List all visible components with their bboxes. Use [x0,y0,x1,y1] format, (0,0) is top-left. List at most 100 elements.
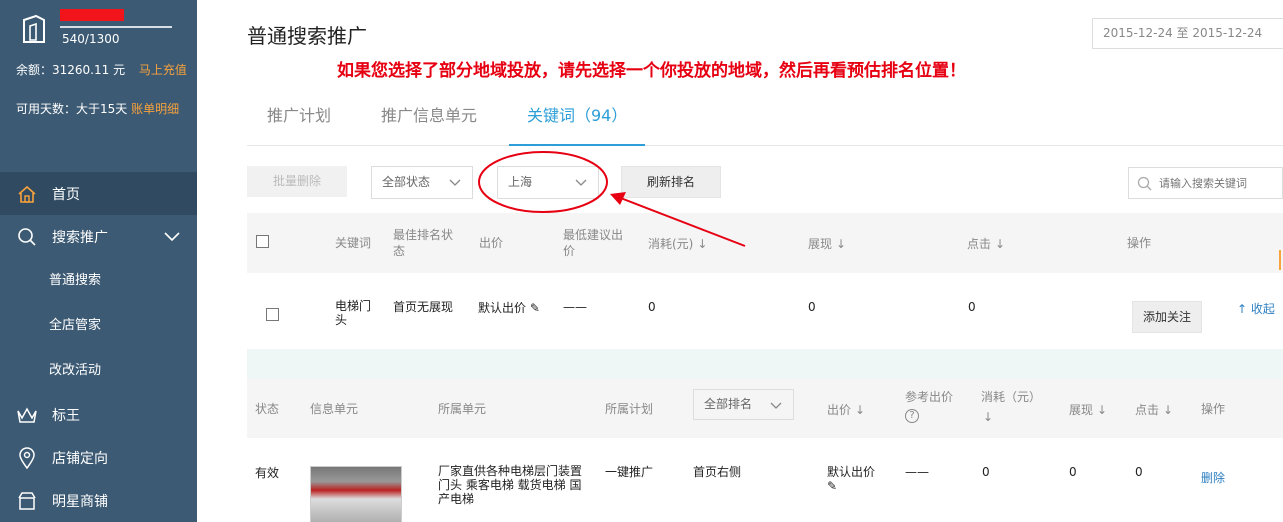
col-impressions[interactable]: 展现 ↓ [808,236,846,252]
row-bid[interactable]: 默认出价 ✎ [478,301,540,315]
sidebar-item-shop-location[interactable]: 店铺定向 [0,436,197,479]
region-select-value: 上海 [508,175,533,189]
sidebar-item-label: 搜索推广 [52,229,108,246]
row-cost2: 0 [982,465,990,479]
status-select[interactable]: 全部状态 [371,166,473,199]
location-pin-icon [16,446,38,469]
col-impressions2-label: 展现 [1069,403,1094,417]
region-select[interactable]: 上海 [497,166,599,199]
keyword-search-box[interactable] [1128,167,1283,199]
scroll-edge-marker [1279,250,1283,270]
unit-table-row: 有效 厂家直供各种电梯层门装置门头 乘客电梯 载货电梯 国产电梯 一键推广 首页… [247,438,1283,522]
chevron-down-icon [770,402,782,409]
rank-select[interactable]: 全部排名 [693,389,794,420]
bill-detail-link[interactable]: 账单明细 [131,102,179,116]
col-bid2[interactable]: 出价 ↓ [827,402,865,418]
search-icon [16,226,38,248]
sidebar-item-home[interactable]: 首页 [0,172,197,215]
delete-link[interactable]: 删除 [1201,469,1225,486]
batch-delete-button[interactable]: 批量删除 [247,166,347,197]
tab-unit[interactable]: 推广信息单元 [381,102,477,146]
sort-arrow-icon: ↓ [1097,403,1108,417]
search-icon [1137,176,1152,191]
sort-arrow-icon: ↓ [983,410,994,424]
add-follow-button[interactable]: 添加关注 [1132,301,1202,333]
sidebar-item-label: 明星商铺 [52,493,108,510]
col-cost[interactable]: 消耗(元) ↓ [648,236,707,252]
tab-plan[interactable]: 推广计划 [267,102,331,146]
sidebar-item-normal-search[interactable]: 普通搜索 [0,258,197,303]
col-impressions-label: 展现 [808,237,833,251]
main-content: 普通搜索推广 2015-12-24 至 2015-12-24 如果您选择了部分地… [197,0,1283,522]
available-days-row: 可用天数：大于15天 账单明细 [16,100,179,117]
days-label: 可用天数：大于15天 [16,102,128,116]
sidebar-item-star-shop[interactable]: 明星商铺 [0,479,197,522]
sidebar: 540/1300 余额：31260.11 元 马上充值 可用天数：大于15天 账… [0,0,197,522]
divider-band [247,349,1283,379]
sort-arrow-icon: ↓ [697,237,708,251]
row-impressions: 0 [808,300,816,314]
col-clicks2-label: 点击 [1135,403,1160,417]
redacted-username [60,9,124,21]
col-bid: 出价 [479,236,504,250]
row-keyword: 电梯门头 [335,299,372,327]
chevron-down-icon [164,232,180,242]
col-bid2-label: 出价 [827,403,852,417]
balance-row: 余额：31260.11 元 马上充值 [16,61,187,78]
row-cost: 0 [648,300,656,314]
sidebar-item-biaowang[interactable]: 标王 [0,393,197,436]
sidebar-item-label: 标王 [52,407,80,424]
help-question-icon[interactable]: ? [905,409,919,423]
recharge-link[interactable]: 马上充值 [139,63,187,77]
refresh-rank-button[interactable]: 刷新排名 [621,166,721,198]
sidebar-item-gaigai[interactable]: 改改活动 [0,348,197,393]
sort-arrow-icon: ↓ [1163,403,1174,417]
search-input[interactable] [1159,174,1279,192]
date-range-picker[interactable]: 2015-12-24 至 2015-12-24 [1092,18,1283,49]
row-bid2[interactable]: 默认出价 ✎ [827,465,875,493]
col-status: 状态 [255,402,280,416]
rank-select-value: 全部排名 [704,397,753,411]
sidebar-item-shop-manager[interactable]: 全店管家 [0,303,197,348]
select-all-checkbox[interactable] [256,235,269,248]
unit-table-header: 状态 信息单元 所属单元 所属计划 全部排名 出价 ↓ 参考出价 ? 消耗（元） … [247,379,1283,438]
col-clicks[interactable]: 点击 ↓ [967,236,1005,252]
row-clicks: 0 [968,300,976,314]
crown-icon [16,404,38,426]
edit-pencil-icon[interactable]: ✎ [827,479,875,493]
sidebar-item-label: 店铺定向 [52,450,108,467]
col-clicks-label: 点击 [967,237,992,251]
row-checkbox[interactable] [266,308,279,321]
col-min-bid: 最低建议出价 [563,228,624,258]
keyword-table-header: 关键词 最佳排名状态 出价 最低建议出价 消耗(元) ↓ 展现 ↓ 点击 ↓ 操作 [247,213,1283,273]
keyword-table-row: 电梯门头 首页无展现 默认出价 ✎ —— 0 0 0 添加关注 ↑ 收起 [247,273,1283,349]
col-cost2[interactable]: 消耗（元） ↓ [981,389,1041,425]
product-thumbnail[interactable] [310,466,402,522]
sidebar-item-label: 首页 [52,186,80,203]
edit-pencil-icon[interactable]: ✎ [530,301,540,315]
row-status: 有效 [255,466,280,480]
sidebar-nav: 首页 搜索推广 普通搜索 全店管家 改改活动 标王 店铺定向 明星商铺 [0,172,197,522]
tab-keyword[interactable]: 关键词（94） [509,102,646,146]
col-plan: 所属计划 [605,402,654,416]
col-ref-bid-label: 参考出价 [905,390,954,404]
col-best-rank: 最佳排名状态 [393,228,454,258]
col-clicks2[interactable]: 点击 ↓ [1135,402,1173,418]
score-text: 540/1300 [62,32,120,46]
col-cost2-label: 消耗（元） [981,390,1042,404]
collapse-link[interactable]: ↑ 收起 [1237,300,1275,317]
balance-label: 余额：31260.11 元 [16,63,126,77]
collapse-label: 收起 [1250,302,1275,316]
sidebar-item-search-promo[interactable]: 搜索推广 [0,215,197,258]
row-ref-bid: —— [905,465,929,479]
col-unit: 所属单元 [438,402,487,416]
row-bid2-value: 默认出价 [827,465,876,479]
chevron-down-icon [575,179,587,186]
col-ref-bid: 参考出价 ? [905,389,953,423]
col-impressions2[interactable]: 展现 ↓ [1069,402,1107,418]
arrow-up-icon: ↑ [1237,302,1248,316]
row-rank: 首页右侧 [693,465,742,479]
col-actions2: 操作 [1201,402,1226,416]
row-impressions2: 0 [1069,465,1077,479]
row-clicks2: 0 [1135,465,1143,479]
